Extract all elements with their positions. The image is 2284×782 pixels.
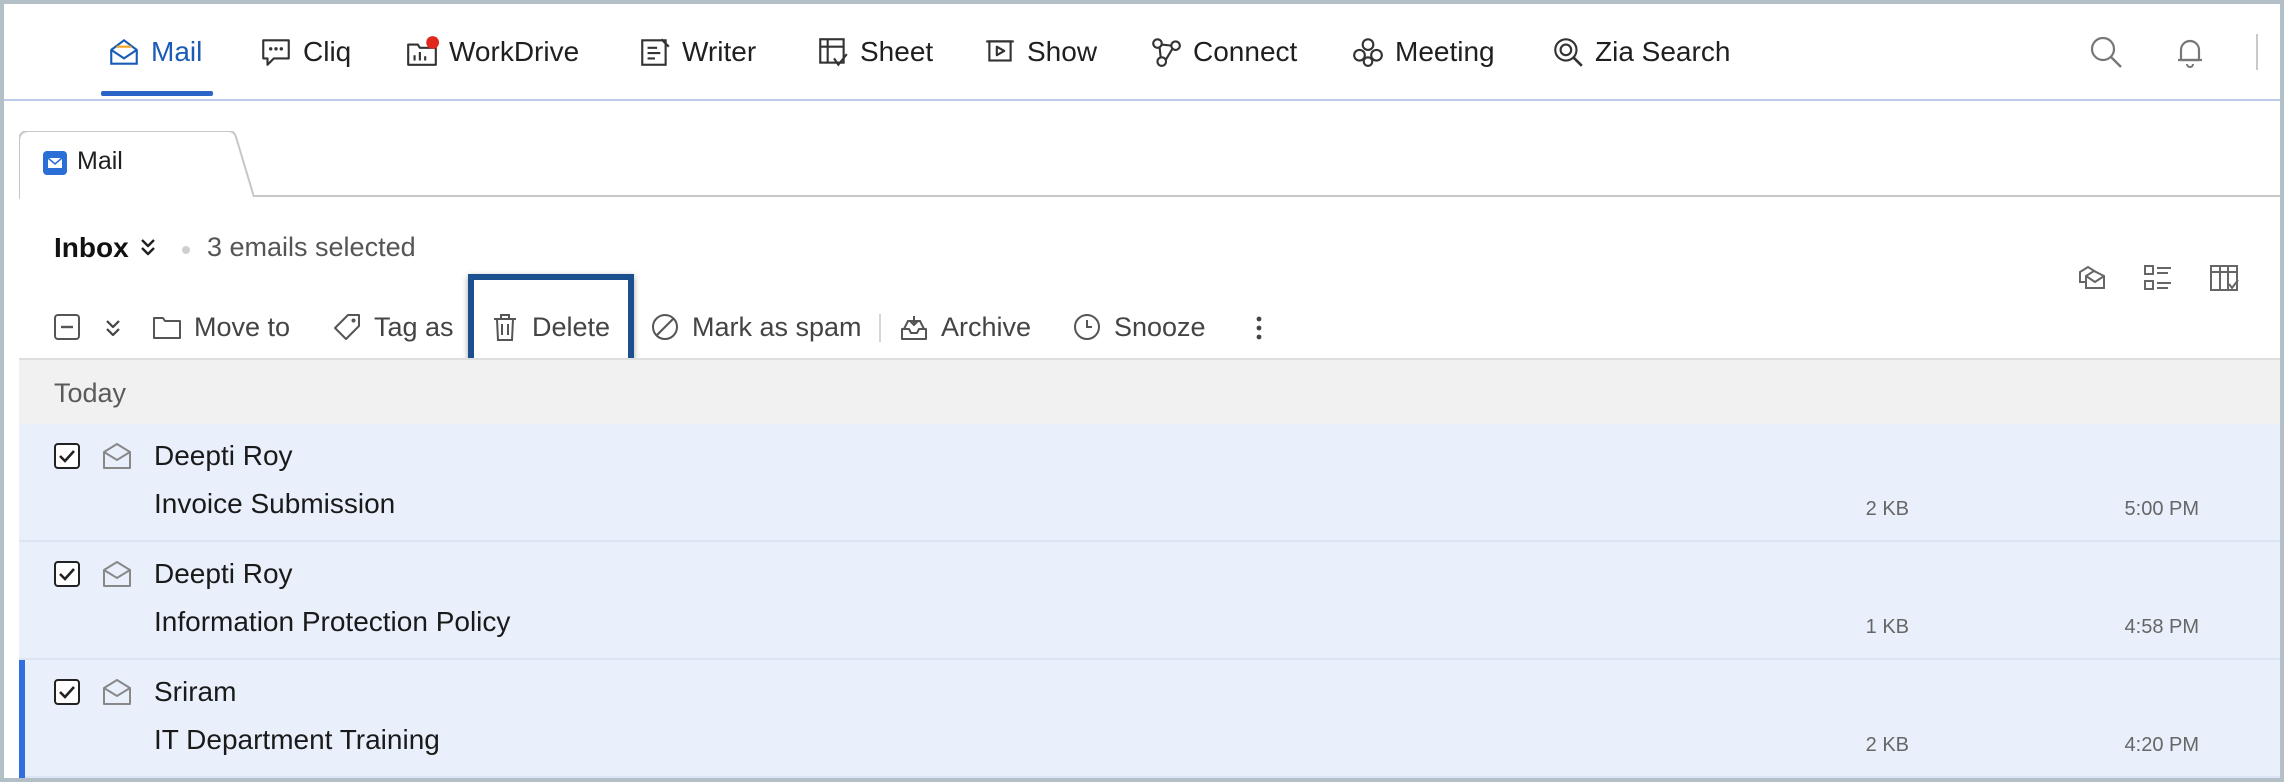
workdrive-icon <box>407 36 439 66</box>
writer-icon <box>641 38 670 66</box>
app-label: Mail <box>151 36 203 67</box>
app-connect[interactable]: Connect <box>1149 32 1297 72</box>
archive-label: Archive <box>941 311 1032 342</box>
active-app-indicator <box>101 91 213 96</box>
toolbar-divider <box>2256 34 2258 70</box>
app-cliq[interactable]: Cliq <box>259 32 351 72</box>
app-label: Connect <box>1193 36 1298 67</box>
mark-as-spam-label: Mark as spam <box>692 311 862 342</box>
app-navigation-bar: Mail Cliq WorkDrive Writer Sheet Show Co… <box>4 4 2280 101</box>
tag-icon <box>334 314 360 340</box>
email-subject: Invoice Submission <box>154 488 396 519</box>
folder-icon <box>153 317 181 339</box>
app-mail[interactable]: Mail <box>107 32 202 72</box>
app-writer[interactable]: Writer <box>638 32 756 72</box>
email-row[interactable]: Deepti Roy Information Protection Policy… <box>19 542 2280 660</box>
tag-as-button[interactable]: Tag as <box>332 307 454 347</box>
tab-strip: Mail <box>4 101 2280 199</box>
mark-as-spam-button[interactable]: Mark as spam <box>650 307 862 347</box>
app-label: WorkDrive <box>449 36 580 67</box>
app-label: Show <box>1027 36 1098 67</box>
notification-dot <box>426 36 439 49</box>
email-time: 4:58 PM <box>2124 616 2199 638</box>
app-label: Meeting <box>1395 36 1495 67</box>
date-group-label: Today <box>54 378 127 408</box>
move-to-label: Move to <box>194 311 291 342</box>
toolbar-separator <box>879 314 881 342</box>
select-options-chevron-icon[interactable] <box>102 317 124 339</box>
chevron-double-down-icon[interactable] <box>137 236 159 258</box>
tab-mail[interactable]: Mail <box>19 131 254 199</box>
app-show[interactable]: Show <box>983 32 1097 72</box>
read-envelope-icon <box>103 561 131 587</box>
row-checkbox[interactable] <box>54 443 80 469</box>
read-envelope-icon <box>103 443 131 469</box>
bell-icon[interactable] <box>2172 34 2208 70</box>
chat-icon <box>262 39 290 66</box>
email-sender: Sriram <box>154 676 237 707</box>
email-size: 1 KB <box>1865 616 1909 638</box>
email-size: 2 KB <box>1865 498 1909 520</box>
list-view-icon[interactable] <box>2142 262 2174 294</box>
clock-icon <box>1074 314 1100 340</box>
email-row[interactable]: Deepti Roy Invoice Submission 2 KB 5:00 … <box>19 424 2280 542</box>
email-subject: Information Protection Policy <box>154 606 511 637</box>
row-checkbox[interactable] <box>54 561 80 587</box>
select-all-checkbox[interactable] <box>54 314 80 340</box>
email-time: 4:20 PM <box>2124 734 2199 756</box>
snooze-label: Snooze <box>1114 311 1206 342</box>
app-label: Cliq <box>303 36 352 67</box>
row-checkbox[interactable] <box>54 679 80 705</box>
archive-button[interactable]: Archive <box>899 307 1031 347</box>
app-sheet[interactable]: Sheet <box>816 32 933 72</box>
snooze-button[interactable]: Snooze <box>1072 307 1206 347</box>
separator-dot <box>182 246 190 254</box>
mail-icon <box>110 38 138 65</box>
block-icon <box>652 314 678 340</box>
delete-highlight-box <box>468 274 634 371</box>
conversation-view-icon[interactable] <box>2076 262 2108 294</box>
selection-count: 3 emails selected <box>207 232 416 262</box>
search-icon[interactable] <box>2088 34 2124 70</box>
mail-tab-icon <box>43 151 67 175</box>
email-sender: Deepti Roy <box>154 558 293 589</box>
zia-search-icon <box>1554 38 1583 67</box>
email-time: 5:00 PM <box>2124 498 2199 520</box>
tab-baseline <box>244 195 2280 197</box>
meeting-icon <box>1353 38 1383 67</box>
move-to-button[interactable]: Move to <box>152 307 290 347</box>
app-label: Zia Search <box>1595 36 1731 67</box>
tab-label: Mail <box>77 147 123 175</box>
email-row[interactable]: Sriram IT Department Training 2 KB 4:20 … <box>19 660 2280 778</box>
app-zia-search[interactable]: Zia Search <box>1551 32 1730 72</box>
email-size: 2 KB <box>1865 734 1909 756</box>
email-sender: Deepti Roy <box>154 440 293 471</box>
more-options-icon[interactable] <box>1244 313 1274 343</box>
app-meeting[interactable]: Meeting <box>1351 32 1495 72</box>
archive-icon <box>901 316 927 340</box>
folder-title[interactable]: Inbox <box>54 232 129 264</box>
show-icon <box>986 40 1014 62</box>
sheet-icon <box>819 38 848 67</box>
email-subject: IT Department Training <box>154 724 440 755</box>
mail-window: Mail Cliq WorkDrive Writer Sheet Show Co… <box>0 0 2284 782</box>
date-group-header: Today <box>19 358 2280 424</box>
read-envelope-icon <box>103 679 131 705</box>
tag-as-label: Tag as <box>374 311 454 342</box>
column-view-icon[interactable] <box>2208 262 2240 294</box>
connect-icon <box>1152 38 1181 67</box>
app-workdrive[interactable]: WorkDrive <box>405 32 579 72</box>
app-label: Writer <box>682 36 757 67</box>
app-label: Sheet <box>860 36 934 67</box>
